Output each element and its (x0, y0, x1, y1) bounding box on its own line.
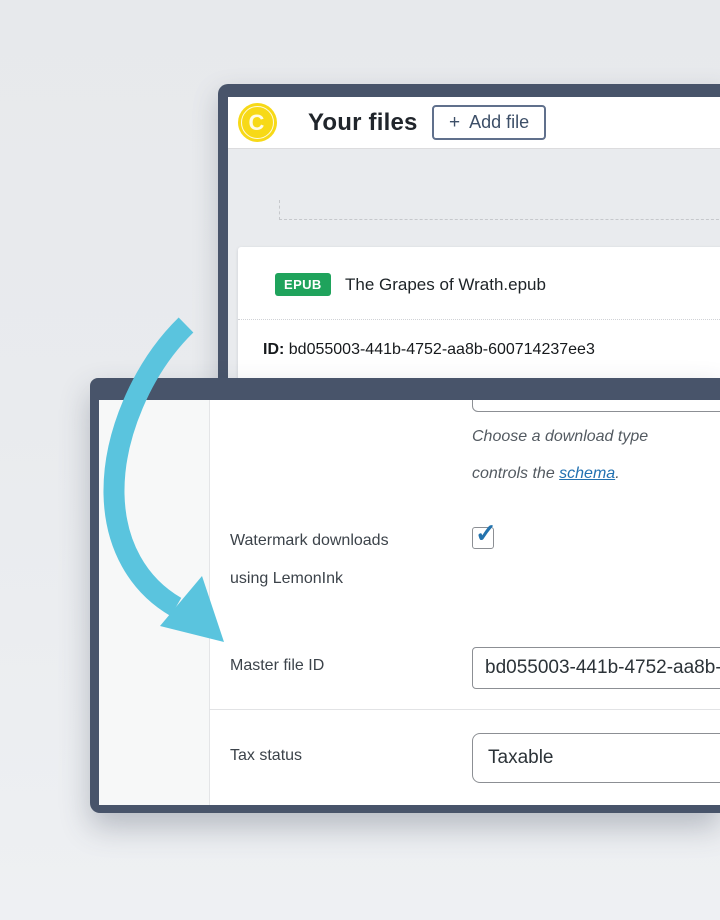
download-type-select[interactable] (472, 400, 720, 412)
download-type-help: Choose a download type controls the sche… (472, 418, 648, 492)
master-file-id-input[interactable] (472, 647, 720, 689)
watermark-label-line2: using LemonInk (230, 560, 389, 598)
settings-side-panel (99, 400, 210, 805)
upload-dropzone-border (279, 200, 720, 220)
check-icon: ✓ (475, 520, 497, 546)
settings-window: Choose a download type controls the sche… (90, 378, 720, 813)
help-line-2-suffix: . (615, 465, 619, 482)
file-id-label: ID: (263, 341, 284, 358)
watermark-label-line1: Watermark downloads (230, 522, 389, 560)
section-divider (209, 709, 720, 710)
files-body: EPUB The Grapes of Wrath.epub ID: bd0550… (228, 149, 720, 404)
coin-letter: C (238, 103, 275, 142)
files-window: C Your files + Add file EPUB The Grapes … (218, 84, 720, 404)
file-id-row: ID: bd055003-441b-4752-aa8b-600714237ee3 (263, 341, 595, 359)
plus-icon: + (449, 113, 460, 132)
file-name: The Grapes of Wrath.epub (345, 275, 546, 295)
files-window-content: C Your files + Add file EPUB The Grapes … (228, 97, 720, 404)
settings-window-content: Choose a download type controls the sche… (99, 400, 720, 805)
file-type-badge: EPUB (275, 273, 331, 296)
help-line-2: controls the schema. (472, 455, 648, 492)
add-file-label: Add file (469, 112, 529, 133)
watermark-checkbox[interactable]: ✓ (472, 527, 494, 549)
file-id-value: bd055003-441b-4752-aa8b-600714237ee3 (289, 341, 595, 358)
page-title: Your files (308, 97, 418, 148)
file-card[interactable]: EPUB The Grapes of Wrath.epub ID: bd0550… (238, 247, 720, 397)
tax-status-label: Tax status (230, 747, 302, 765)
watermark-label: Watermark downloads using LemonInk (230, 522, 389, 598)
help-line-1: Choose a download type (472, 418, 648, 455)
tax-status-select[interactable]: Taxable (472, 733, 720, 783)
master-file-id-label: Master file ID (230, 657, 324, 675)
add-file-button[interactable]: + Add file (432, 105, 546, 140)
schema-link[interactable]: schema (559, 465, 615, 482)
files-header: C Your files + Add file (228, 97, 720, 149)
card-divider (238, 319, 720, 320)
help-line-2-prefix: controls the (472, 465, 559, 482)
coin-logo-icon: C (238, 103, 277, 142)
